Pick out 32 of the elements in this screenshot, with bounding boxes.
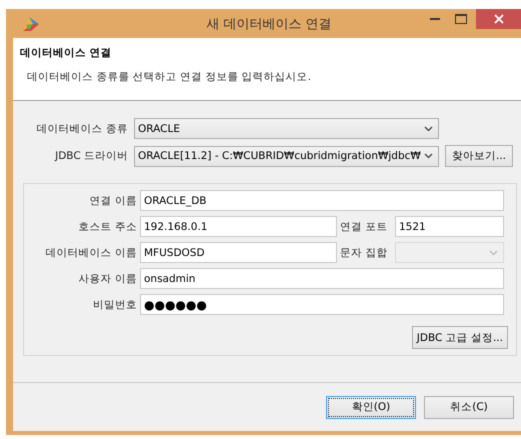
app-logo-icon: [23, 16, 39, 30]
field-label: 연결 이름: [88, 194, 137, 208]
connection-name-field[interactable]: ORACLE_DB: [140, 190, 504, 211]
cancel-button[interactable]: 취소(C): [424, 396, 514, 418]
minimize-icon: [430, 18, 440, 20]
chevron-down-icon: [489, 250, 498, 256]
field-label: 호스트 주소: [78, 220, 137, 234]
field-label: 문자 집합: [340, 246, 388, 260]
ok-button[interactable]: 확인(O): [326, 396, 416, 418]
field-label: 데이터베이스 종류: [36, 122, 128, 136]
close-button[interactable]: [476, 9, 521, 29]
host-field[interactable]: 192.168.0.1: [140, 216, 337, 237]
jdbc-driver-dropdown[interactable]: ORACLE[11.2] - C:₩CUBRID₩cubridmigration₩jdbc₩: [134, 146, 439, 166]
database-type-dropdown[interactable]: ORACLE: [134, 118, 439, 139]
header-description: 데이터베이스 종류를 선택하고 연결 정보를 입력하십시오.: [26, 70, 312, 84]
user-name-field[interactable]: onsadmin: [140, 268, 504, 289]
field-label: 비밀번호: [92, 298, 137, 312]
browse-button[interactable]: 찾아보기...: [445, 145, 513, 167]
jdbc-advanced-button[interactable]: JDBC 고급 설정...: [412, 326, 508, 349]
chevron-down-icon: [424, 126, 433, 132]
close-icon: [494, 14, 504, 24]
field-label: JDBC 드라이버: [54, 149, 128, 163]
database-name-field[interactable]: MFUSDOSD: [140, 242, 337, 263]
field-label: 데이터베이스 이름: [44, 246, 137, 260]
maximize-icon: [455, 14, 467, 24]
field-label: 연결 포트: [340, 220, 388, 234]
chevron-down-icon: [424, 153, 433, 159]
port-field[interactable]: 1521: [395, 216, 504, 237]
window-title: 새 데이터베이스 연결: [206, 16, 332, 33]
header-title: 데이터베이스 연결: [20, 46, 113, 60]
field-label: 사용자 이름: [78, 272, 137, 286]
password-field[interactable]: ●●●●●●: [140, 294, 504, 315]
